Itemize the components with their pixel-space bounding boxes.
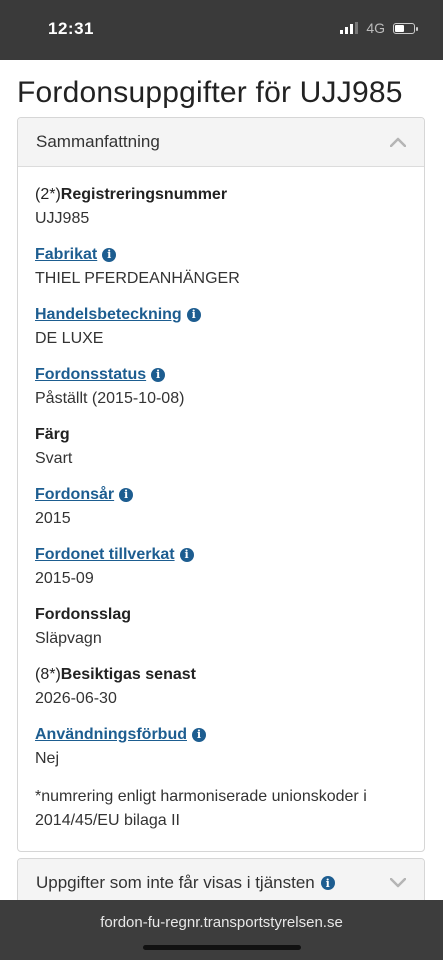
summary-fields: (2*)Registreringsnummer UJJ985 Fabrikat … — [18, 167, 424, 833]
field-value: 2015 — [35, 510, 71, 527]
field-label: Fordonsslag — [35, 606, 132, 623]
field-label: Färg — [35, 426, 70, 443]
summary-header-label: Sammanfattning — [36, 132, 160, 151]
field-fordonsar: Fordonsår i 2015 — [35, 485, 407, 530]
field-value: Nej — [35, 750, 60, 767]
fordonet-tillverkat-link[interactable]: Fordonet tillverkat — [35, 545, 175, 565]
fabrikat-link[interactable]: Fabrikat — [35, 245, 97, 265]
field-fordonsslag: Fordonsslag Släpvagn — [35, 605, 407, 650]
info-icon[interactable]: i — [320, 876, 335, 890]
field-farg: Färg Svart — [35, 425, 407, 470]
field-label: Besiktigas senast — [60, 666, 196, 683]
info-icon[interactable]: i — [186, 308, 201, 322]
field-prefix: (8*) — [35, 666, 61, 683]
field-value: UJJ985 — [35, 210, 90, 227]
chevron-up-icon[interactable] — [390, 134, 406, 150]
url-text[interactable]: fordon-fu-regnr.transportstyrelsen.se — [0, 914, 443, 931]
footnote: *numrering enligt harmoniserade unionsko… — [35, 788, 367, 829]
page-title: Fordonsuppgifter för UJJ985 — [17, 76, 403, 109]
network-label: 4G — [366, 20, 385, 36]
field-fabrikat: Fabrikat i THIEL PFERDEANHÄNGER — [35, 245, 407, 290]
info-icon[interactable]: i — [119, 488, 134, 502]
field-anvandningsforbud: Användningsförbud i Nej — [35, 725, 407, 770]
info-icon[interactable]: i — [102, 248, 117, 262]
restricted-info-label: Uppgifter som inte får visas i tjänsten — [36, 873, 315, 892]
summary-panel-header[interactable]: Sammanfattning — [18, 118, 424, 167]
status-bar: 12:31 4G — [0, 0, 443, 60]
info-icon[interactable]: i — [151, 368, 166, 382]
field-value: 2026-06-30 — [35, 690, 117, 707]
field-besiktigas-senast: (8*)Besiktigas senast 2026-06-30 — [35, 665, 407, 710]
status-time: 12:31 — [48, 19, 94, 38]
field-fordonet-tillverkat: Fordonet tillverkat i 2015-09 — [35, 545, 407, 590]
field-value: Släpvagn — [35, 630, 102, 647]
browser-url-bar[interactable]: fordon-fu-regnr.transportstyrelsen.se — [0, 900, 443, 960]
field-value: Svart — [35, 450, 73, 467]
field-label: Registreringsnummer — [60, 186, 228, 203]
handelsbeteckning-link[interactable]: Handelsbeteckning — [35, 305, 182, 325]
field-registreringsnummer: (2*)Registreringsnummer UJJ985 — [35, 185, 407, 230]
field-value: Påställt (2015-10-08) — [35, 390, 185, 407]
field-value: THIEL PFERDEANHÄNGER — [35, 270, 240, 287]
field-handelsbeteckning: Handelsbeteckning i DE LUXE — [35, 305, 407, 350]
fordonsar-link[interactable]: Fordonsår — [35, 485, 114, 505]
chevron-down-icon[interactable] — [390, 875, 406, 891]
home-indicator[interactable] — [143, 945, 301, 950]
anvandningsforbud-link[interactable]: Användningsförbud — [35, 725, 187, 745]
field-value: DE LUXE — [35, 330, 104, 347]
signal-icon — [340, 22, 359, 34]
summary-panel: Sammanfattning (2*)Registreringsnummer U… — [17, 117, 425, 852]
field-fordonsstatus: Fordonsstatus i Påställt (2015-10-08) — [35, 365, 407, 410]
info-icon[interactable]: i — [179, 548, 194, 562]
status-indicators: 4G — [340, 20, 418, 36]
field-prefix: (2*) — [35, 186, 61, 203]
fordonsstatus-link[interactable]: Fordonsstatus — [35, 365, 146, 385]
field-value: 2015-09 — [35, 570, 94, 587]
battery-icon — [393, 22, 418, 34]
info-icon[interactable]: i — [191, 728, 206, 742]
